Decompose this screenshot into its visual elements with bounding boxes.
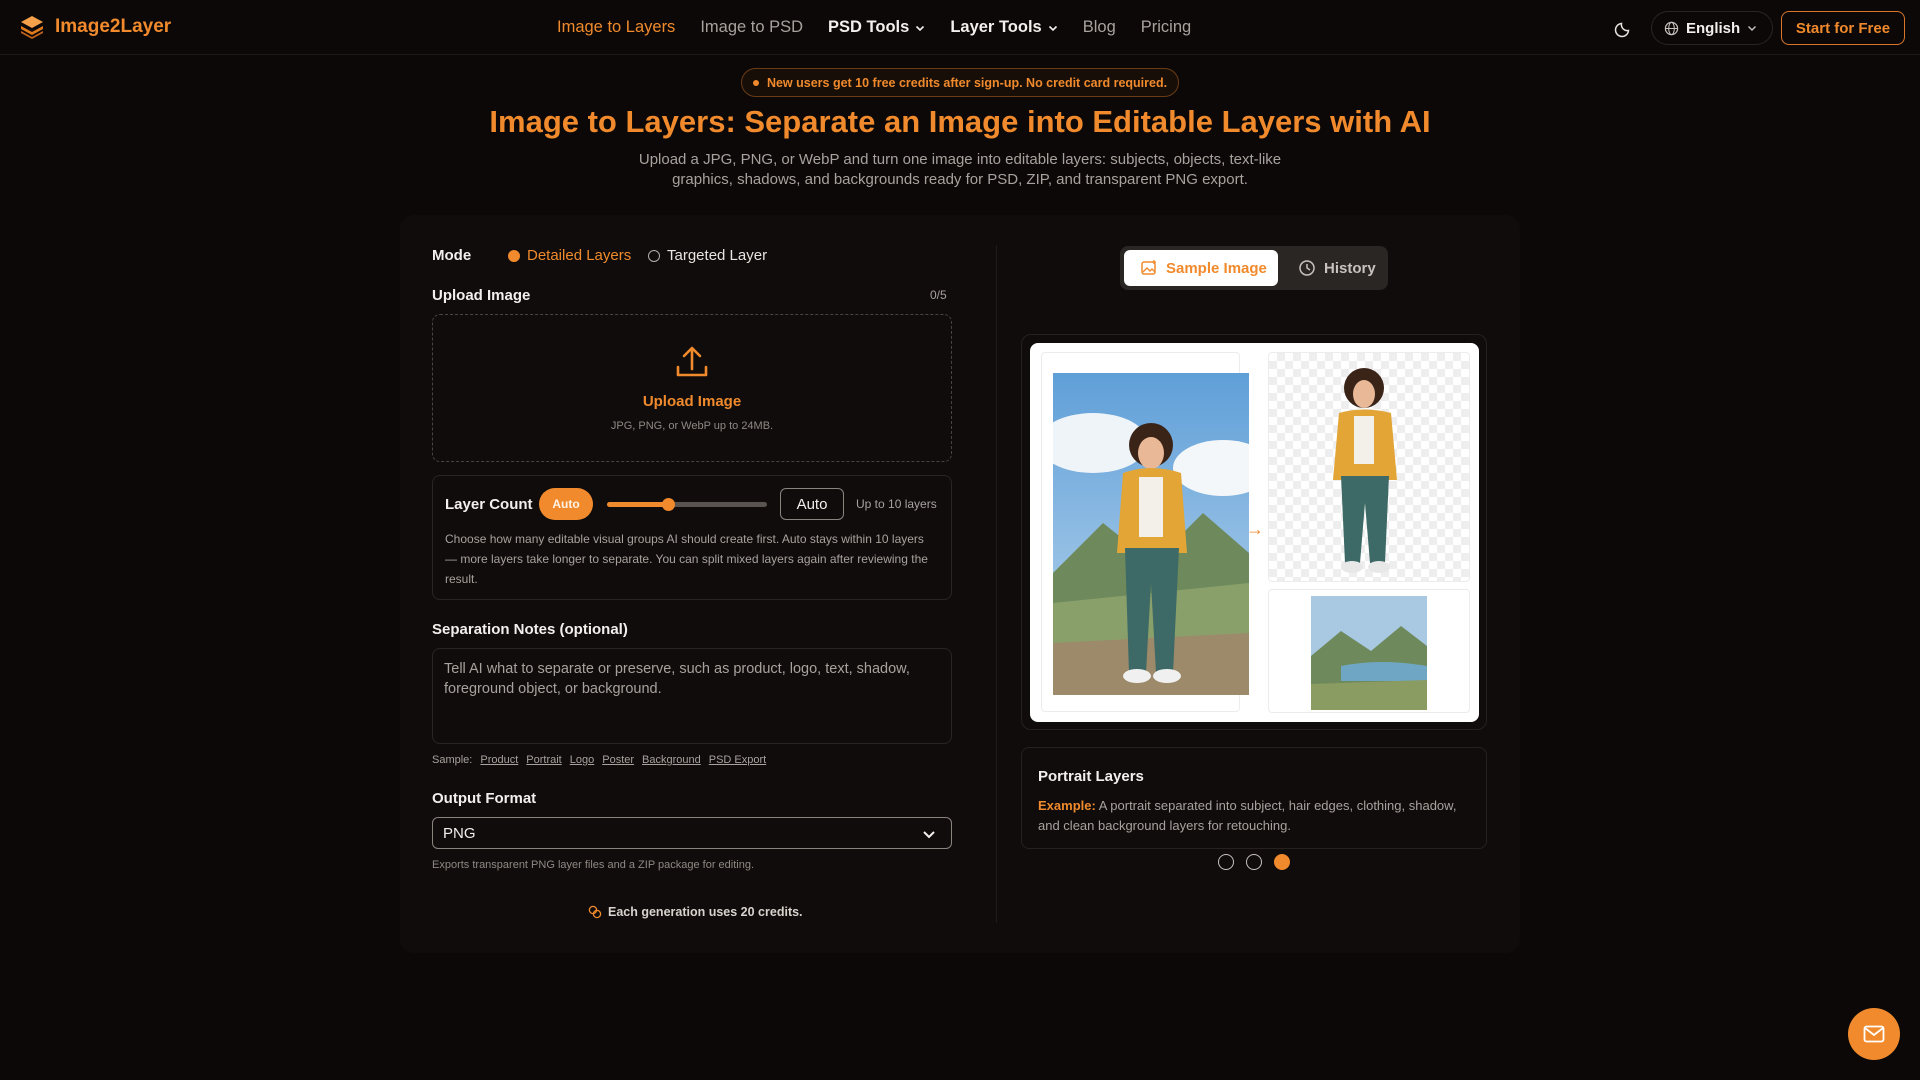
main-nav: Image to Layers Image to PSD PSD Tools L… bbox=[557, 18, 1216, 37]
carousel-pagination bbox=[1218, 854, 1290, 870]
output-format-select[interactable]: PNG bbox=[432, 817, 952, 849]
nav-blog[interactable]: Blog bbox=[1083, 18, 1116, 37]
upload-hint: JPG, PNG, or WebP up to 24MB. bbox=[610, 420, 774, 432]
nav-pricing[interactable]: Pricing bbox=[1141, 18, 1191, 37]
nav-psd-tools-label: PSD Tools bbox=[828, 18, 910, 36]
original-image-panel bbox=[1041, 352, 1249, 712]
promo-banner: New users get 10 free credits after sign… bbox=[741, 68, 1179, 97]
notes-label: Separation Notes (optional) bbox=[432, 621, 628, 638]
nav-layer-tools-label: Layer Tools bbox=[950, 18, 1042, 36]
mode-detailed-layers[interactable]: Detailed Layers bbox=[508, 247, 631, 264]
nav-layer-tools[interactable]: Layer Tools bbox=[950, 18, 1057, 37]
contact-button[interactable] bbox=[1848, 1008, 1900, 1060]
mode-label: Mode bbox=[432, 247, 472, 264]
chevron-down-icon bbox=[916, 25, 925, 31]
background-layer-panel bbox=[1268, 589, 1470, 713]
example-info-card: Portrait Layers Example: A portrait sepa… bbox=[1021, 747, 1487, 849]
arrow-right-icon: → bbox=[1246, 519, 1264, 539]
example-description: Example: A portrait separated into subje… bbox=[1038, 796, 1468, 836]
tab-sample-image-label: Sample Image bbox=[1166, 259, 1267, 277]
sample-background[interactable]: Background bbox=[642, 754, 701, 766]
sample-preview: → bbox=[1030, 343, 1479, 722]
separation-notes-textarea[interactable]: Tell AI what to separate or preserve, su… bbox=[432, 648, 952, 744]
mode-detailed-label: Detailed Layers bbox=[527, 247, 632, 264]
image-sparkle-icon bbox=[1141, 260, 1156, 275]
language-label: English bbox=[1686, 19, 1741, 37]
slider-fill bbox=[607, 502, 668, 507]
nav-image-to-psd[interactable]: Image to PSD bbox=[700, 18, 803, 37]
credits-note: Each generation uses 20 credits. bbox=[588, 905, 803, 919]
layer-count-slider[interactable] bbox=[607, 498, 767, 511]
sample-psd-export[interactable]: PSD Export bbox=[709, 754, 766, 766]
upload-dropzone[interactable]: Upload Image JPG, PNG, or WebP up to 24M… bbox=[432, 314, 952, 462]
carousel-dot-active[interactable] bbox=[1274, 854, 1290, 870]
subject-cutout-image bbox=[1333, 368, 1397, 573]
globe-icon bbox=[1664, 21, 1679, 35]
start-for-free-button[interactable]: Start for Free bbox=[1781, 11, 1905, 45]
chevron-down-icon bbox=[1748, 26, 1757, 31]
background-layer-image bbox=[1311, 596, 1427, 710]
mode-targeted-layer[interactable]: Targeted Layer bbox=[648, 247, 767, 264]
mail-icon bbox=[1863, 1025, 1885, 1043]
chevron-down-icon bbox=[923, 831, 935, 839]
sample-product[interactable]: Product bbox=[480, 754, 518, 766]
layer-limit-text: Up to 10 layers bbox=[856, 497, 937, 511]
upload-title: Upload Image bbox=[642, 393, 742, 410]
moon-icon[interactable] bbox=[1614, 18, 1634, 38]
sample-logo[interactable]: Logo bbox=[570, 754, 594, 766]
layers-logo-icon bbox=[21, 16, 43, 39]
upload-icon bbox=[676, 346, 708, 377]
nav-psd-tools[interactable]: PSD Tools bbox=[828, 18, 925, 37]
example-title: Portrait Layers bbox=[1038, 768, 1144, 785]
coins-icon bbox=[588, 905, 602, 919]
brand-name: Image2Layer bbox=[55, 16, 172, 37]
preview-tab-switch: Sample Image History bbox=[1120, 246, 1388, 290]
nav-image-to-layers[interactable]: Image to Layers bbox=[557, 18, 675, 37]
layer-count-value[interactable]: Auto bbox=[780, 488, 844, 520]
output-format-label: Output Format bbox=[432, 790, 537, 807]
upload-count: 0/5 bbox=[930, 288, 947, 302]
panel-divider bbox=[996, 245, 997, 923]
output-format-hint: Exports transparent PNG layer files and … bbox=[432, 859, 755, 871]
mode-targeted-label: Targeted Layer bbox=[667, 247, 768, 264]
promo-text: New users get 10 free credits after sign… bbox=[766, 75, 1168, 90]
original-portrait-image bbox=[1053, 373, 1249, 695]
page-title: Image to Layers: Separate an Image into … bbox=[489, 104, 1431, 139]
carousel-dot[interactable] bbox=[1246, 854, 1262, 870]
radio-unselected bbox=[648, 249, 660, 262]
upload-label: Upload Image bbox=[432, 287, 531, 304]
layer-count-description: Choose how many editable visual groups A… bbox=[445, 532, 928, 586]
chevron-down-icon bbox=[1048, 25, 1057, 31]
slider-handle[interactable] bbox=[661, 498, 675, 511]
tab-sample-image[interactable]: Sample Image bbox=[1124, 250, 1278, 286]
top-navbar: Image2Layer Image to Layers Image to PSD… bbox=[0, 0, 1920, 55]
sample-label: Sample: bbox=[432, 754, 473, 766]
brand-logo[interactable]: Image2Layer bbox=[19, 14, 171, 40]
tab-history-label: History bbox=[1324, 259, 1376, 277]
subject-layer-panel bbox=[1268, 352, 1470, 582]
promo-dot bbox=[752, 79, 759, 86]
auto-toggle-pill[interactable]: Auto bbox=[539, 488, 593, 520]
language-selector[interactable]: English bbox=[1651, 11, 1773, 45]
sample-portrait[interactable]: Portrait bbox=[526, 754, 561, 766]
example-prefix: Example: bbox=[1038, 798, 1096, 813]
carousel-dot[interactable] bbox=[1218, 854, 1234, 870]
sample-links: Sample: Product Portrait Logo Poster Bac… bbox=[432, 754, 766, 766]
sample-poster[interactable]: Poster bbox=[602, 754, 634, 766]
credits-text: Each generation uses 20 credits. bbox=[608, 905, 803, 919]
tab-history[interactable]: History bbox=[1282, 250, 1384, 286]
example-text: A portrait separated into subject, hair … bbox=[1038, 798, 1457, 833]
layer-count-label: Layer Count bbox=[445, 496, 533, 513]
layer-count-panel: Layer Count Auto Auto Up to 10 layers Ch… bbox=[432, 475, 952, 600]
radio-selected bbox=[508, 249, 520, 262]
clock-icon bbox=[1299, 260, 1315, 276]
page-subtitle: Upload a JPG, PNG, or WebP and turn one … bbox=[638, 151, 1282, 188]
output-format-value: PNG bbox=[443, 824, 476, 842]
